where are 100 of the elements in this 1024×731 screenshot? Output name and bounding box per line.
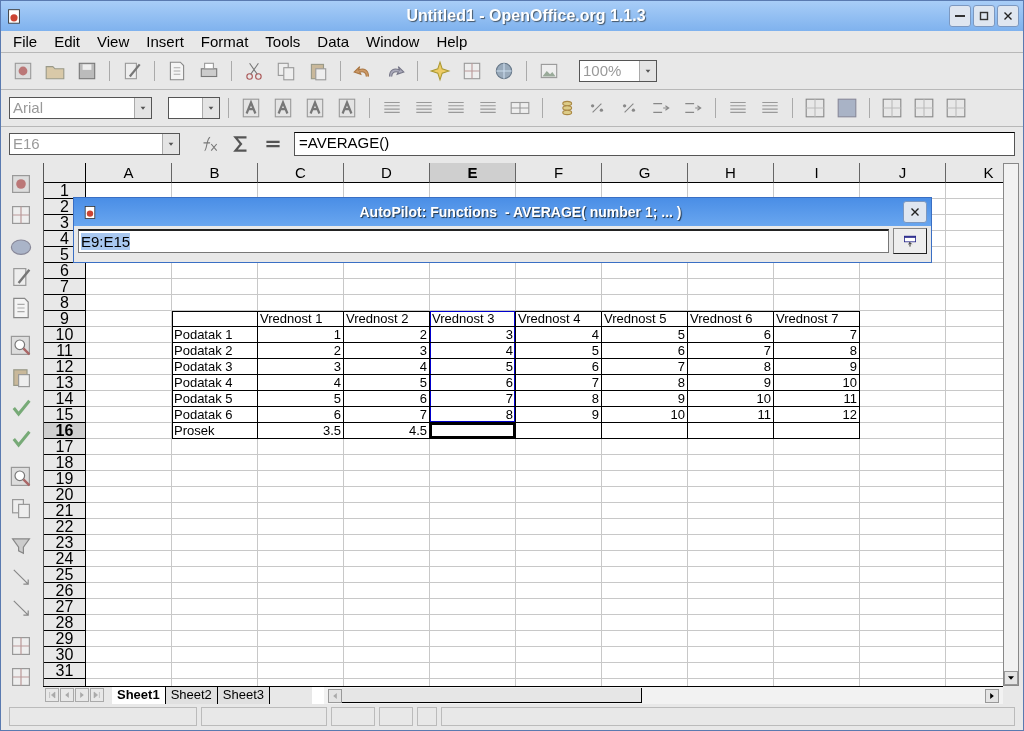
close-button[interactable] [997, 5, 1019, 27]
row-header[interactable]: 30 [44, 647, 86, 663]
column-header[interactable]: G [602, 163, 688, 183]
row-header[interactable]: 31 [44, 663, 86, 679]
row-header[interactable]: 27 [44, 599, 86, 615]
row-header[interactable]: 25 [44, 567, 86, 583]
background-color-icon[interactable] [836, 97, 858, 119]
table-cell: 2 [258, 343, 344, 359]
scrollbar-thumb[interactable] [342, 688, 642, 703]
row-header[interactable]: 18 [44, 455, 86, 471]
row-header[interactable]: 10 [44, 327, 86, 343]
cut-icon[interactable] [243, 60, 265, 82]
row-header[interactable]: 14 [44, 391, 86, 407]
selected-cell[interactable] [430, 423, 516, 439]
row-header[interactable]: 17 [44, 439, 86, 455]
star-icon[interactable] [429, 60, 451, 82]
table-cell: 9 [688, 375, 774, 391]
menu-item[interactable]: Insert [138, 33, 193, 50]
row-header[interactable]: 16 [44, 423, 86, 439]
column-header[interactable]: C [258, 163, 344, 183]
font-color-icon[interactable] [336, 97, 358, 119]
column-header[interactable]: B [172, 163, 258, 183]
font-size-dropdown[interactable] [168, 97, 220, 119]
table-cell: 11 [688, 407, 774, 423]
menu-item[interactable]: Help [428, 33, 477, 50]
row-header[interactable]: 29 [44, 631, 86, 647]
app-icon[interactable] [5, 7, 23, 25]
table-cell: 8 [774, 343, 860, 359]
row-header[interactable]: 20 [44, 487, 86, 503]
grid-icon[interactable] [461, 60, 483, 82]
copy-icon[interactable] [275, 60, 297, 82]
column-header[interactable]: A [86, 163, 172, 183]
table-cell: 4 [258, 375, 344, 391]
menu-item[interactable]: File [5, 33, 47, 50]
row-header[interactable]: 22 [44, 519, 86, 535]
sheet-tab[interactable]: Sheet3 [217, 687, 271, 704]
horizontal-scrollbar[interactable] [324, 687, 1003, 704]
table-cell: 1 [258, 327, 344, 343]
table-cell: 9 [516, 407, 602, 423]
column-header[interactable]: K [946, 163, 1003, 183]
row-header[interactable]: 15 [44, 407, 86, 423]
sheet-tab[interactable]: Sheet1 [112, 687, 166, 704]
row-header[interactable]: 11 [44, 343, 86, 359]
row-header[interactable]: 7 [44, 279, 86, 295]
table-cell: 8 [688, 359, 774, 375]
select-all-corner[interactable] [44, 163, 86, 183]
row-header[interactable]: 8 [44, 295, 86, 311]
row-header[interactable]: 28 [44, 615, 86, 631]
globe-icon[interactable] [493, 60, 515, 82]
borders-icon[interactable] [804, 97, 826, 119]
menu-item[interactable]: Tools [257, 33, 310, 50]
app-icon[interactable] [82, 204, 98, 220]
table-cell: Vrednost 1 [258, 311, 344, 327]
first-sheet-icon[interactable] [46, 689, 58, 701]
table-cell: 10 [602, 407, 688, 423]
minimize-button[interactable] [949, 5, 971, 27]
formula-input[interactable]: =AVERAGE() [294, 131, 1015, 156]
row-header[interactable]: 24 [44, 551, 86, 567]
table-cell: 9 [774, 359, 860, 375]
table-cell: Prosek [172, 423, 258, 439]
reference-input[interactable]: E9:E15 [78, 229, 889, 253]
column-header[interactable]: I [774, 163, 860, 183]
row-header[interactable]: 13 [44, 375, 86, 391]
row-header[interactable]: 19 [44, 471, 86, 487]
zoom-icon[interactable] [9, 334, 33, 358]
expand-button[interactable] [893, 228, 927, 254]
menu-item[interactable]: View [89, 33, 139, 50]
save-icon[interactable] [76, 60, 98, 82]
row-header[interactable]: 21 [44, 503, 86, 519]
shrink-dialog-icon [902, 233, 918, 249]
column-header[interactable]: J [860, 163, 946, 183]
row-header[interactable]: 9 [44, 311, 86, 327]
column-header[interactable]: D [344, 163, 430, 183]
row-header[interactable]: 12 [44, 359, 86, 375]
bold-icon[interactable] [240, 97, 262, 119]
menu-item[interactable]: Window [358, 33, 429, 50]
column-header[interactable]: F [516, 163, 602, 183]
vertical-scrollbar[interactable] [1003, 163, 1019, 686]
table-cell: Podatak 3 [172, 359, 258, 375]
search-icon[interactable] [9, 465, 33, 489]
last-sheet-icon[interactable] [91, 689, 103, 701]
window-title: Untitled1 - OpenOffice.org 1.1.3 [405, 7, 647, 25]
menu-item[interactable]: Edit [46, 33, 90, 50]
maximize-button[interactable] [973, 5, 995, 27]
table-cell: Vrednost 6 [688, 311, 774, 327]
close-button[interactable] [903, 201, 927, 223]
row-header[interactable]: 1 [44, 183, 86, 199]
table-cell: 12 [774, 407, 860, 423]
italic-icon[interactable] [272, 97, 294, 119]
column-header[interactable]: E [430, 163, 516, 183]
menu-item[interactable]: Format [192, 33, 258, 50]
table-cell: 9 [602, 391, 688, 407]
row-header[interactable]: 26 [44, 583, 86, 599]
row-header[interactable]: 6 [44, 263, 86, 279]
sheet-tab[interactable]: Sheet2 [165, 687, 218, 704]
menu-item[interactable]: Data [309, 33, 359, 50]
row-header[interactable]: 23 [44, 535, 86, 551]
underline-icon[interactable] [304, 97, 326, 119]
table-cell: 4 [516, 327, 602, 343]
column-header[interactable]: H [688, 163, 774, 183]
